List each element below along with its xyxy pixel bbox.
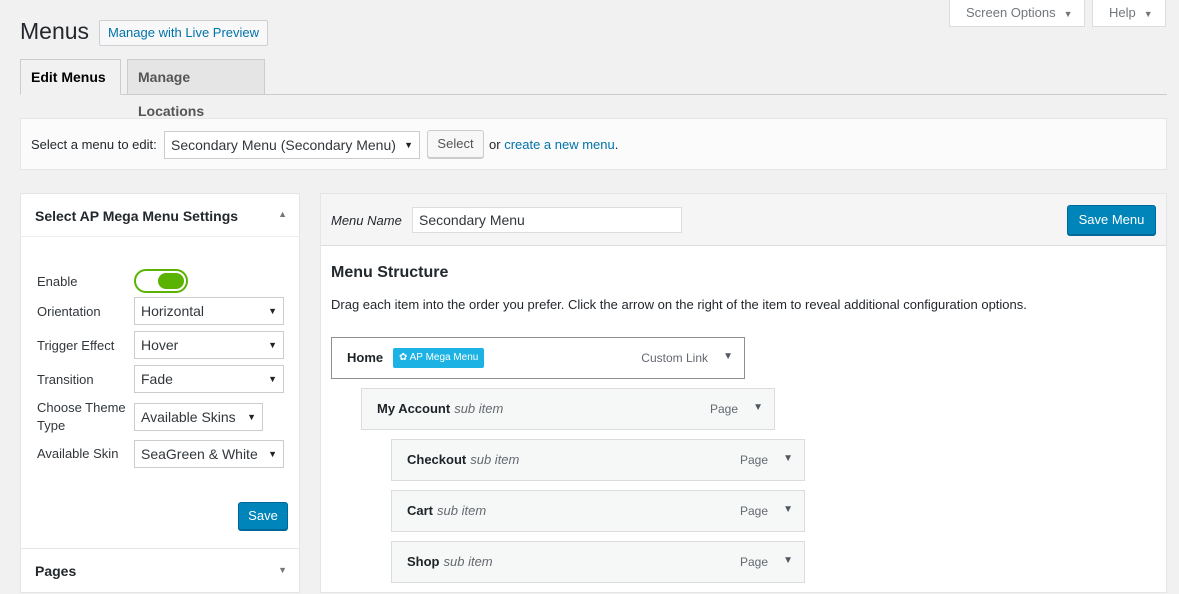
caret-down-icon[interactable]: ▼ <box>278 565 287 575</box>
menu-item-my-account[interactable]: My Account sub item Page ▼ <box>361 388 775 430</box>
tab-edit-menus[interactable]: Edit Menus <box>20 59 121 95</box>
menu-item-type: Page <box>739 453 768 467</box>
settings-panel-title: Select AP Mega Menu Settings <box>35 208 239 224</box>
menu-editor-panel: Menu Name Secondary Menu Save Menu Menu … <box>320 193 1167 593</box>
caret-down-icon[interactable]: ▼ <box>783 555 793 566</box>
caret-up-icon[interactable]: ▲ <box>278 209 287 219</box>
menu-structure-description: Drag each item into the order you prefer… <box>331 297 1027 312</box>
caret-down-icon: ▼ <box>1143 9 1153 19</box>
screen-options-button[interactable]: Screen Options ▼ <box>949 0 1085 27</box>
sub-item-label: sub item <box>443 554 493 569</box>
orientation-select[interactable]: Horizontal ▼ <box>134 297 284 325</box>
settings-save-button[interactable]: Save <box>238 502 288 530</box>
caret-down-icon: ▼ <box>1063 9 1073 19</box>
create-menu-link[interactable]: create a new menu <box>504 137 615 152</box>
available-skin-label: Available Skin <box>37 446 119 461</box>
menu-item-type: Page <box>739 555 768 569</box>
menu-item-title: My Account sub item <box>377 401 503 416</box>
page-title: Menus <box>20 18 90 44</box>
toggle-knob <box>158 273 184 289</box>
caret-down-icon: ▼ <box>404 140 413 150</box>
menu-item-shop[interactable]: Shop sub item Page ▼ <box>391 541 805 583</box>
theme-type-value: Available Skins <box>141 409 236 425</box>
caret-down-icon: ▼ <box>268 374 277 384</box>
or-text: or create a new menu. <box>489 137 618 152</box>
menu-editor-header: Menu Name Secondary Menu Save Menu <box>321 194 1166 246</box>
trigger-effect-value: Hover <box>141 337 179 353</box>
mega-menu-badge-label: AP Mega Menu <box>409 352 479 363</box>
pages-title: Pages <box>35 563 77 579</box>
menu-name-input[interactable]: Secondary Menu <box>412 207 682 233</box>
caret-down-icon: ▼ <box>268 449 277 459</box>
menu-item-checkout[interactable]: Checkout sub item Page ▼ <box>391 439 805 481</box>
menu-select[interactable]: Secondary Menu (Secondary Menu) ▼ <box>164 131 420 159</box>
select-menu-bar: Select a menu to edit: Secondary Menu (S… <box>20 118 1167 170</box>
help-label: Help <box>1109 5 1136 20</box>
caret-down-icon: ▼ <box>247 412 256 422</box>
caret-down-icon: ▼ <box>268 340 277 350</box>
caret-down-icon[interactable]: ▼ <box>783 453 793 464</box>
select-button[interactable]: Select <box>427 130 484 158</box>
sub-item-label: sub item <box>470 452 520 467</box>
menu-item-title-text: Checkout <box>407 452 467 467</box>
caret-down-icon[interactable]: ▼ <box>723 351 733 362</box>
trigger-effect-select[interactable]: Hover ▼ <box>134 331 284 359</box>
transition-value: Fade <box>141 371 173 387</box>
menu-item-title: Cart sub item <box>407 503 486 518</box>
select-menu-label: Select a menu to edit: <box>31 137 157 152</box>
trigger-effect-label: Trigger Effect <box>37 338 115 353</box>
or-word: or <box>489 137 501 152</box>
sub-item-label: sub item <box>437 503 487 518</box>
mega-menu-settings-panel: Select AP Mega Menu Settings ▲ Enable Or… <box>20 193 300 593</box>
settings-panel-header[interactable]: Select AP Mega Menu Settings ▲ <box>21 194 299 237</box>
mega-menu-badge: ✿ AP Mega Menu <box>393 348 485 368</box>
menu-item-title: Shop sub item <box>407 554 493 569</box>
sub-item-label: sub item <box>454 401 504 416</box>
create-menu-period: . <box>614 137 619 152</box>
menu-item-title: Home <box>347 350 384 365</box>
menu-item-cart[interactable]: Cart sub item Page ▼ <box>391 490 805 532</box>
pages-panel-header[interactable]: Pages ▼ <box>21 548 299 594</box>
menu-name-label: Menu Name <box>331 213 402 228</box>
caret-down-icon: ▼ <box>268 306 277 316</box>
orientation-label: Orientation <box>37 304 101 319</box>
available-skin-value: SeaGreen & White <box>141 446 258 462</box>
help-button[interactable]: Help ▼ <box>1092 0 1166 27</box>
screen-options-label: Screen Options <box>966 5 1056 20</box>
enable-label: Enable <box>37 274 78 289</box>
enable-toggle[interactable] <box>134 269 188 293</box>
menu-select-value: Secondary Menu (Secondary Menu) <box>171 137 396 153</box>
tab-manage-locations[interactable]: Manage Locations <box>127 59 265 119</box>
menu-item-title-text: My Account <box>377 401 451 416</box>
orientation-value: Horizontal <box>141 303 205 319</box>
gear-icon: ✿ <box>399 352 408 363</box>
caret-down-icon[interactable]: ▼ <box>783 504 793 515</box>
menu-item-type: Custom Link <box>641 351 708 365</box>
transition-label: Transition <box>37 372 94 387</box>
menu-item-title: Checkout sub item <box>407 452 519 467</box>
available-skin-select[interactable]: SeaGreen & White ▼ <box>134 440 284 468</box>
transition-select[interactable]: Fade ▼ <box>134 365 284 393</box>
caret-down-icon[interactable]: ▼ <box>753 402 763 413</box>
theme-type-select[interactable]: Available Skins ▼ <box>134 403 263 431</box>
save-menu-button[interactable]: Save Menu <box>1067 205 1156 235</box>
menu-item-type: Page <box>739 504 768 518</box>
menu-item-title-text: Shop <box>407 554 440 569</box>
menu-structure-title: Menu Structure <box>331 264 449 281</box>
live-preview-button[interactable]: Manage with Live Preview <box>99 20 269 46</box>
menu-item-type: Page <box>709 402 738 416</box>
theme-type-label: Choose Theme Type <box>37 400 126 433</box>
menu-item-home[interactable]: Home ✿ AP Mega Menu Custom Link ▼ <box>331 337 745 379</box>
menu-item-title-text: Cart <box>407 503 434 518</box>
